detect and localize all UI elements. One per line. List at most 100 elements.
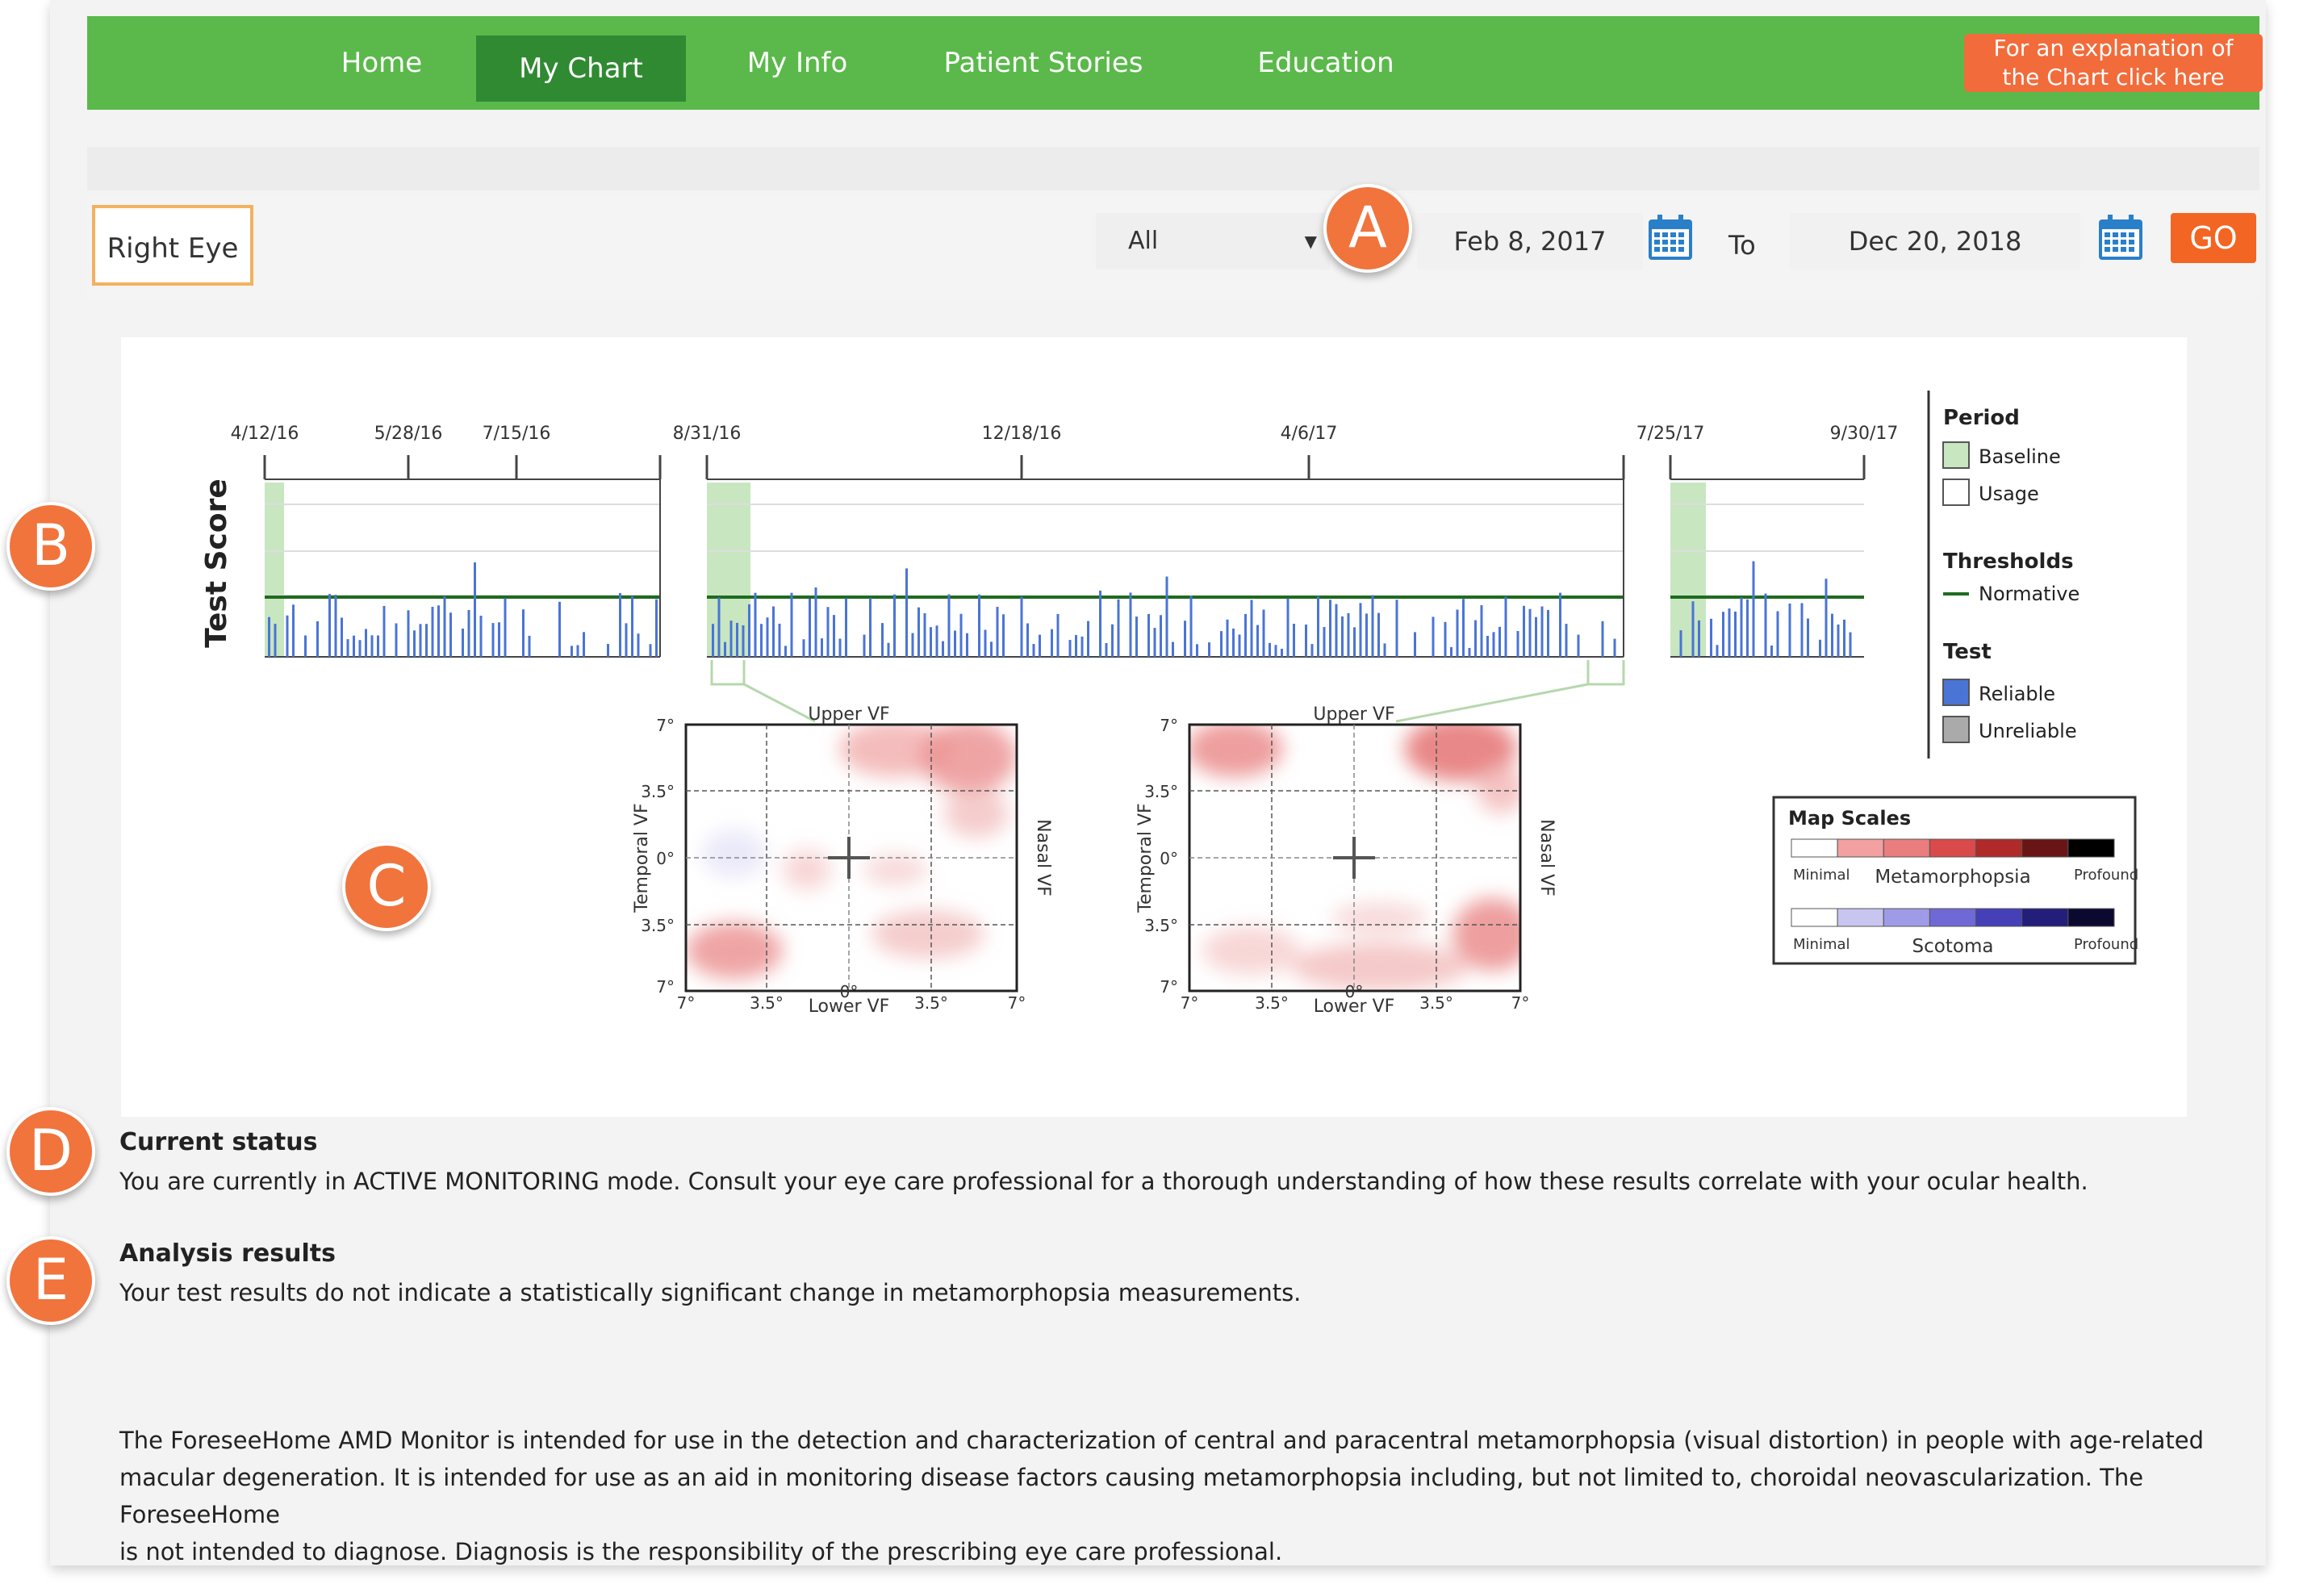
tick-label: 7/25/17: [1636, 424, 1705, 444]
temporal-vf-label: Temporal VF: [632, 803, 652, 913]
score-bar: [978, 594, 980, 657]
score-bar: [504, 598, 507, 657]
score-bar: [923, 613, 926, 657]
score-bar: [966, 633, 968, 657]
score-bar: [437, 605, 440, 657]
baseline-swatch: [1942, 441, 1970, 469]
baseline-band-3: [1670, 483, 1706, 657]
y-tick: 7°: [656, 977, 675, 997]
disclaimer-line-2: macular degeneration. It is intended for…: [119, 1464, 2144, 1528]
score-bar: [1353, 627, 1356, 657]
go-button[interactable]: GO: [2171, 213, 2256, 263]
score-bar: [809, 599, 811, 657]
score-bar: [576, 645, 579, 657]
score-bar: [790, 592, 793, 657]
usage-swatch: [1942, 479, 1970, 506]
score-bar: [754, 592, 757, 657]
tick-label: 7/15/16: [483, 424, 551, 444]
score-bar: [607, 644, 609, 657]
score-bar: [1722, 612, 1724, 657]
score-bar: [1244, 613, 1247, 657]
eye-selector[interactable]: Right Eye: [92, 205, 253, 286]
score-bar: [942, 641, 944, 657]
nav-my-info[interactable]: My Info: [717, 16, 878, 110]
map-scales-legend: Map Scales Minimal Metamorphopsia Profou…: [1772, 796, 2138, 965]
score-bar: [990, 642, 993, 657]
score-bar: [742, 625, 745, 657]
score-bar: [1462, 599, 1465, 657]
callout-marker-b: B: [6, 502, 95, 591]
score-bar: [1002, 614, 1005, 657]
top-nav-bar: Home My Chart My Info Patient Stories Ed…: [87, 16, 2263, 110]
score-bar: [1480, 605, 1483, 657]
score-bar: [1317, 596, 1319, 657]
score-bar: [1032, 644, 1035, 657]
date-from-field[interactable]: Feb 8, 2017: [1417, 213, 1643, 270]
callout-marker-e: E: [6, 1236, 95, 1325]
callout-marker-a: A: [1323, 184, 1412, 273]
score-bar: [1068, 640, 1072, 657]
test-filter-select[interactable]: All ▼: [1096, 213, 1330, 270]
score-bar: [1788, 604, 1791, 657]
nav-my-chart[interactable]: My Chart: [476, 36, 686, 102]
nav-education[interactable]: Education: [1209, 16, 1443, 110]
score-bar: [1492, 632, 1495, 657]
score-bar: [1770, 646, 1773, 657]
score-bar: [772, 606, 775, 657]
scale-swatch: [2021, 908, 2069, 927]
scotoma-scale: [1791, 908, 2115, 927]
upper-vf-label: Upper VF: [808, 704, 889, 725]
legend-normative: Normative: [1979, 583, 2079, 605]
score-bar: [1262, 609, 1265, 657]
score-bar: [1468, 648, 1471, 657]
score-bar: [911, 633, 914, 657]
y-tick: 3.5°: [1144, 782, 1178, 801]
date-to-field[interactable]: Dec 20, 2018: [1790, 213, 2080, 270]
tick-label: 5/28/16: [374, 424, 443, 444]
score-bar: [1740, 597, 1743, 657]
score-bar: [778, 623, 781, 657]
score-bar: [467, 610, 470, 657]
scale-swatch: [1975, 838, 2023, 858]
to-label: To: [1728, 230, 1756, 261]
explain-line-2: the Chart click here: [2002, 64, 2225, 90]
filter-value: All: [1128, 227, 1159, 255]
scotoma-profound-label: Profound: [2074, 936, 2138, 953]
x-tick: 3.5°: [1419, 993, 1453, 1013]
score-bar: [1293, 624, 1295, 657]
calendar-to-icon[interactable]: [2096, 213, 2145, 263]
score-bar: [1807, 618, 1809, 657]
score-bar: [1371, 595, 1374, 657]
chart-explanation-button[interactable]: For an explanation of the Chart click he…: [1964, 34, 2263, 92]
score-bar: [382, 605, 386, 657]
score-bar: [1129, 592, 1132, 657]
score-bar: [996, 607, 999, 657]
score-bar: [358, 640, 362, 657]
score-bar: [370, 635, 374, 657]
score-bar: [1232, 629, 1235, 657]
disclaimer-line-1: The ForeseeHome AMD Monitor is intended …: [119, 1427, 2205, 1454]
score-bar: [905, 568, 908, 657]
score-bar: [637, 633, 640, 657]
score-bar: [845, 598, 847, 657]
score-bar: [881, 623, 884, 657]
current-status-body: You are currently in ACTIVE MONITORING m…: [119, 1168, 2088, 1195]
meta-profound-label: Profound: [2074, 867, 2138, 884]
score-bar: [479, 616, 483, 657]
tick-label: 12/18/16: [982, 424, 1062, 444]
score-bar: [1559, 592, 1561, 657]
calendar-from-icon[interactable]: [1646, 213, 1695, 263]
score-bar: [583, 632, 585, 657]
score-bar: [1577, 634, 1580, 657]
score-bar: [571, 646, 573, 657]
score-bar: [353, 635, 355, 657]
score-bar: [712, 624, 714, 657]
nasal-vf-label: Nasal VF: [1536, 819, 1557, 896]
temporal-vf-label: Temporal VF: [1135, 803, 1156, 913]
x-tick: 7°: [1181, 993, 1199, 1013]
nav-home[interactable]: Home: [313, 16, 450, 110]
legend-test-title: Test: [1943, 640, 1992, 664]
score-bar: [1226, 619, 1229, 657]
score-bar: [522, 609, 525, 657]
nav-patient-stories[interactable]: Patient Stories: [910, 16, 1177, 110]
